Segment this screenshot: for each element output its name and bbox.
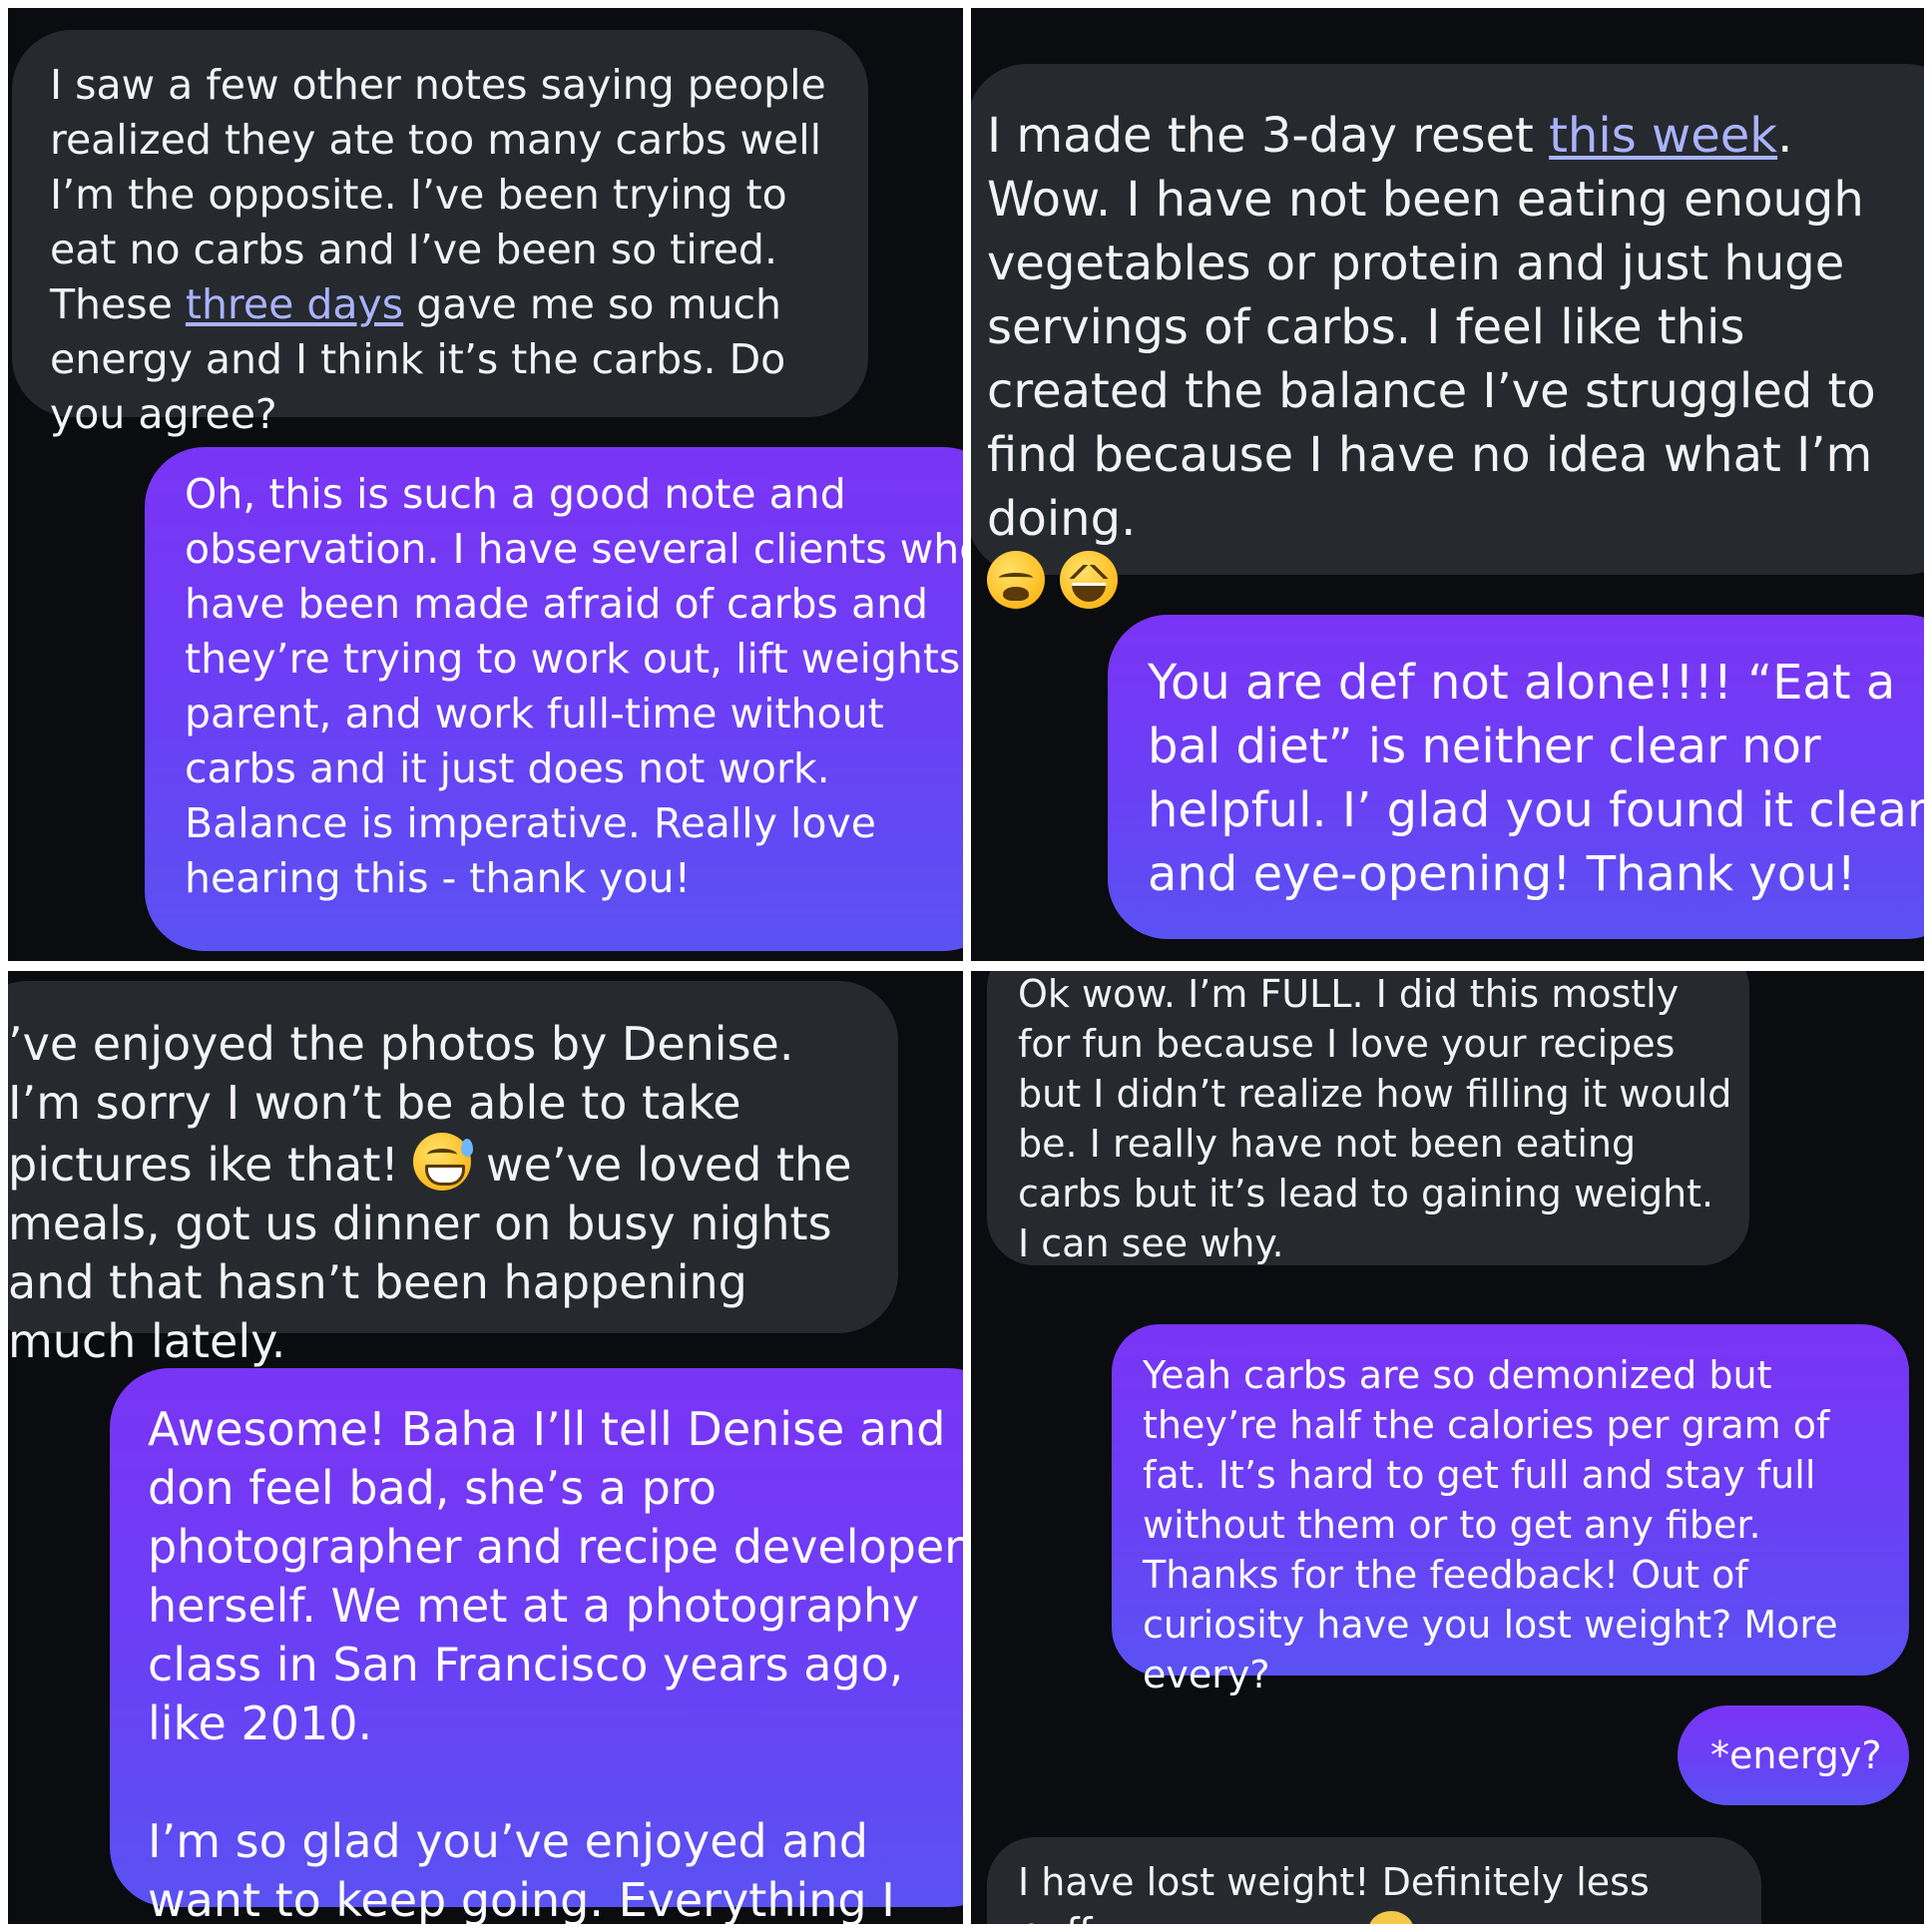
squinting-laughing-face-emoji bbox=[1060, 551, 1119, 609]
grinning-sweat-face-emoji bbox=[413, 1133, 474, 1191]
outgoing-reply-text: You are def not alone!!!! “Eat a bal die… bbox=[1148, 655, 1924, 902]
outgoing-reply-paragraph-1: Awesome! Baha I’ll tell Denise and don f… bbox=[148, 1402, 963, 1750]
outgoing-reply-text: Oh, this is such a good note and observa… bbox=[185, 470, 963, 902]
incoming-message-text: I saw a few other notes saying people re… bbox=[50, 61, 826, 438]
incoming-message-bubble: I saw a few other notes saying people re… bbox=[12, 30, 868, 438]
outgoing-reply-text: Yeah carbs are so demonized but they’re … bbox=[1143, 1353, 1838, 1696]
outgoing-reply-bubble: You are def not alone!!!! “Eat a bal die… bbox=[1108, 615, 1924, 939]
outgoing-reply-bubble: Awesome! Baha I’ll tell Denise and don f… bbox=[110, 1368, 963, 1924]
incoming-message-text: I made the 3-day reset this week. Wow. I… bbox=[987, 104, 1924, 615]
incoming-message-bubble: ’ve enjoyed the photos by Denise. I’m so… bbox=[8, 981, 898, 1368]
incoming-message-text: Ok wow. I’m FULL. I did this mostly for … bbox=[1018, 972, 1732, 1265]
incoming-message-bubble-2: I have lost weight! Definitely less puff… bbox=[987, 1837, 1761, 1924]
outgoing-reply-text-short: *energy? bbox=[1710, 1733, 1882, 1777]
outgoing-reply-bubble-short: *energy? bbox=[1678, 1705, 1909, 1805]
chat-panel-top-right: I made the 3-day reset this week. Wow. I… bbox=[971, 8, 1924, 961]
outgoing-reply-bubble: Yeah carbs are so demonized but they’re … bbox=[1112, 1324, 1909, 1696]
three-days-link[interactable]: three days bbox=[186, 280, 403, 328]
chat-panel-bottom-left: ’ve enjoyed the photos by Denise. I’m so… bbox=[8, 971, 963, 1924]
incoming-message-bubble: I made the 3-day reset this week. Wow. I… bbox=[971, 64, 1924, 609]
outgoing-reply-paragraph-2: I’m so glad you’ve enjoyed and want to k… bbox=[148, 1814, 895, 1924]
chat-panel-top-left: I saw a few other notes saying people re… bbox=[8, 8, 963, 961]
this-week-link[interactable]: this week bbox=[1549, 108, 1777, 164]
incoming-message-text: ’ve enjoyed the photos by Denise. I’m so… bbox=[8, 1017, 852, 1368]
incoming-message-bubble: Ok wow. I’m FULL. I did this mostly for … bbox=[987, 971, 1749, 1265]
weary-face-emoji bbox=[987, 551, 1045, 609]
chat-panel-bottom-right: Ok wow. I’m FULL. I did this mostly for … bbox=[971, 971, 1924, 1924]
outgoing-reply-bubble: Oh, this is such a good note and observa… bbox=[145, 447, 963, 951]
